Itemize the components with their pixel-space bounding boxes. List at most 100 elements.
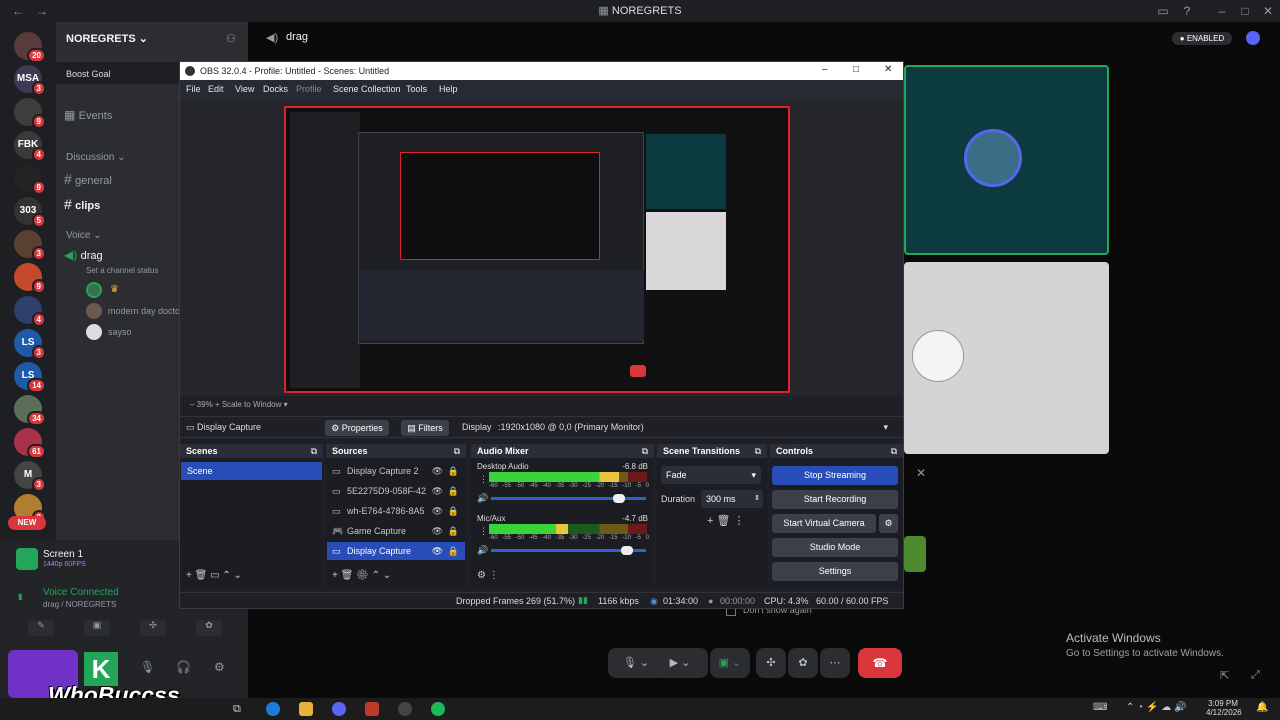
scenes-toolbar[interactable]: + 🗑 ▭ ⌃ ⌄ bbox=[186, 570, 242, 581]
lock-icon[interactable]: 🔒 bbox=[448, 482, 459, 500]
server-icon[interactable]: 34 bbox=[14, 395, 46, 426]
menu-item-docks[interactable]: Docks bbox=[263, 84, 288, 94]
close-icon[interactable]: ✕ bbox=[884, 64, 892, 75]
server-icon[interactable]: 4 bbox=[14, 296, 46, 327]
server-icon[interactable]: MSA 3 bbox=[14, 65, 46, 96]
voice-user-avatar[interactable] bbox=[86, 303, 102, 319]
edge-icon[interactable] bbox=[266, 702, 280, 716]
menu-item-scene-collection[interactable]: Scene Collection bbox=[333, 84, 401, 94]
category-voice[interactable]: Voice ⌄ bbox=[66, 230, 102, 241]
duration-input[interactable]: 300 ms ⇕ bbox=[701, 490, 763, 508]
game-tile[interactable] bbox=[904, 536, 926, 572]
inbox-icon[interactable]: ▭ bbox=[1155, 3, 1171, 19]
boost-goal[interactable]: Boost Goal bbox=[66, 69, 111, 79]
file-explorer-icon[interactable] bbox=[299, 702, 313, 716]
visibility-icon[interactable]: 👁 bbox=[432, 462, 443, 480]
voice-connected-channel[interactable]: drag / NOREGRETS bbox=[43, 600, 116, 609]
soundboard-button[interactable]: ✿ bbox=[788, 648, 818, 678]
close-icon[interactable]: ✕ bbox=[1260, 3, 1276, 19]
category-discussion[interactable]: Discussion ⌄ bbox=[66, 152, 126, 163]
more-icon[interactable]: ⋯ bbox=[820, 648, 850, 678]
lock-icon[interactable]: 🔒 bbox=[448, 502, 459, 520]
activities-button[interactable]: ✣ bbox=[756, 648, 786, 678]
server-icon[interactable]: 20 bbox=[14, 32, 46, 63]
speaker-icon[interactable]: 🔊 bbox=[477, 545, 488, 556]
keyboard-icon[interactable]: ⌨ bbox=[1093, 702, 1107, 713]
voice-user-avatar[interactable] bbox=[86, 324, 102, 340]
source-item[interactable]: 🎮 Game Capture 👁 🔒 bbox=[327, 522, 465, 540]
menu-item-tools[interactable]: Tools bbox=[406, 84, 427, 94]
channel-status[interactable]: Set a channel status bbox=[86, 266, 159, 275]
app-icon[interactable] bbox=[365, 702, 379, 716]
lock-icon[interactable]: 🔒 bbox=[448, 522, 459, 540]
noise-suppression-icon[interactable]: ✎ bbox=[28, 620, 54, 636]
server-icon[interactable]: LS 14 bbox=[14, 362, 46, 393]
lock-icon[interactable]: 🔒 bbox=[448, 462, 459, 480]
server-icon[interactable]: 61 bbox=[14, 428, 46, 459]
headphones-icon[interactable]: 🎧 bbox=[176, 660, 191, 674]
menu-item-file[interactable]: File bbox=[186, 84, 201, 94]
volume-slider-knob[interactable] bbox=[613, 494, 625, 503]
visibility-icon[interactable]: 👁 bbox=[432, 542, 443, 560]
sources-toolbar[interactable]: + 🗑 ⚙ ⌃ ⌄ bbox=[332, 570, 391, 581]
activities-icon[interactable]: ✣ bbox=[140, 620, 166, 636]
volume-slider[interactable] bbox=[491, 546, 646, 555]
maximize-icon[interactable]: □ bbox=[1237, 3, 1253, 19]
discord-icon[interactable] bbox=[332, 702, 346, 716]
system-tray-icons[interactable]: ⌃ ◔ ⚡ ☁ 🔊 bbox=[1126, 702, 1186, 713]
fullscreen-icon[interactable]: ⤢ bbox=[1251, 669, 1260, 682]
mixer-toolbar[interactable]: ⚙ ⋮ bbox=[477, 570, 499, 581]
server-name-header[interactable]: NOREGRETS ⌄ bbox=[66, 32, 148, 45]
source-item[interactable]: ▭ 5E2275D9-058F-42 👁 🔒 bbox=[327, 482, 465, 500]
volume-slider[interactable] bbox=[491, 494, 646, 503]
visibility-icon[interactable]: 👁 bbox=[432, 522, 443, 540]
source-item[interactable]: ▭ Display Capture 2 👁 🔒 bbox=[327, 462, 465, 480]
speaker-icon[interactable]: 🔊 bbox=[477, 493, 488, 504]
visibility-icon[interactable]: 👁 bbox=[432, 502, 443, 520]
source-item[interactable]: ▭ Display Capture 👁 🔒 bbox=[327, 542, 465, 560]
minimize-icon[interactable]: – bbox=[1214, 3, 1230, 19]
gear-icon[interactable]: ⚙ bbox=[879, 514, 898, 533]
popout-icon[interactable]: ⇱ bbox=[1220, 669, 1229, 682]
visibility-icon[interactable]: 👁 bbox=[432, 482, 443, 500]
server-icon[interactable]: FBK 4 bbox=[14, 131, 46, 162]
menu-item-profile[interactable]: Profile bbox=[296, 84, 322, 94]
volume-slider-knob[interactable] bbox=[621, 546, 633, 555]
stream-button[interactable]: ▣ ⌄ bbox=[710, 648, 750, 678]
menu-item-help[interactable]: Help bbox=[439, 84, 458, 94]
voice-user-name[interactable]: sayso bbox=[108, 327, 132, 337]
start-virtual-camera-button[interactable]: Start Virtual Camera bbox=[772, 514, 876, 533]
help-icon[interactable]: ? bbox=[1179, 3, 1195, 19]
notification-icon[interactable]: 🔔 bbox=[1256, 702, 1268, 713]
server-icon[interactable]: 9 bbox=[14, 263, 46, 294]
gear-icon[interactable]: ⚙ bbox=[214, 660, 225, 674]
camera-button[interactable]: ▶ ⌄ bbox=[652, 648, 708, 678]
menu-item-edit[interactable]: Edit bbox=[208, 84, 224, 94]
obs-icon[interactable] bbox=[398, 702, 412, 716]
soundboard-icon[interactable]: ✿ bbox=[196, 620, 222, 636]
server-icon[interactable]: 9 bbox=[14, 164, 46, 195]
start-recording-button[interactable]: Start Recording bbox=[772, 490, 898, 509]
transition-select[interactable]: Fade ▾ bbox=[661, 466, 761, 484]
server-icon[interactable]: 3 bbox=[14, 230, 46, 261]
maximize-icon[interactable]: □ bbox=[853, 64, 859, 75]
chat-icon[interactable] bbox=[1246, 31, 1260, 45]
filters-button[interactable]: ▤ Filters bbox=[401, 420, 449, 436]
menu-item-view[interactable]: View bbox=[235, 84, 254, 94]
server-icon[interactable]: LS 3 bbox=[14, 329, 46, 360]
properties-button[interactable]: ⚙ Properties bbox=[325, 420, 389, 436]
lock-icon[interactable]: 🔒 bbox=[448, 542, 459, 560]
mixer-menu-icon[interactable]: ⋮ bbox=[479, 526, 488, 537]
task-view-icon[interactable]: ⧉ bbox=[233, 702, 247, 716]
zoom-bar[interactable]: – 39% + Scale to Window ▾ bbox=[190, 400, 288, 409]
clock[interactable]: 3:09 PM 4/12/2026 bbox=[1206, 699, 1242, 717]
microphone-icon[interactable]: 🎙 bbox=[140, 660, 155, 674]
disconnect-button[interactable]: ☎ bbox=[858, 648, 902, 678]
preview-canvas[interactable] bbox=[284, 106, 790, 393]
participant-tile[interactable] bbox=[904, 262, 1109, 454]
stop-streaming-button[interactable]: Stop Streaming bbox=[772, 466, 898, 485]
close-icon[interactable]: ✕ bbox=[916, 466, 926, 480]
invite-icon[interactable]: ⚇ bbox=[226, 32, 236, 45]
studio-mode-button[interactable]: Studio Mode bbox=[772, 538, 898, 557]
screen-share-button[interactable]: ▣ bbox=[84, 620, 110, 636]
